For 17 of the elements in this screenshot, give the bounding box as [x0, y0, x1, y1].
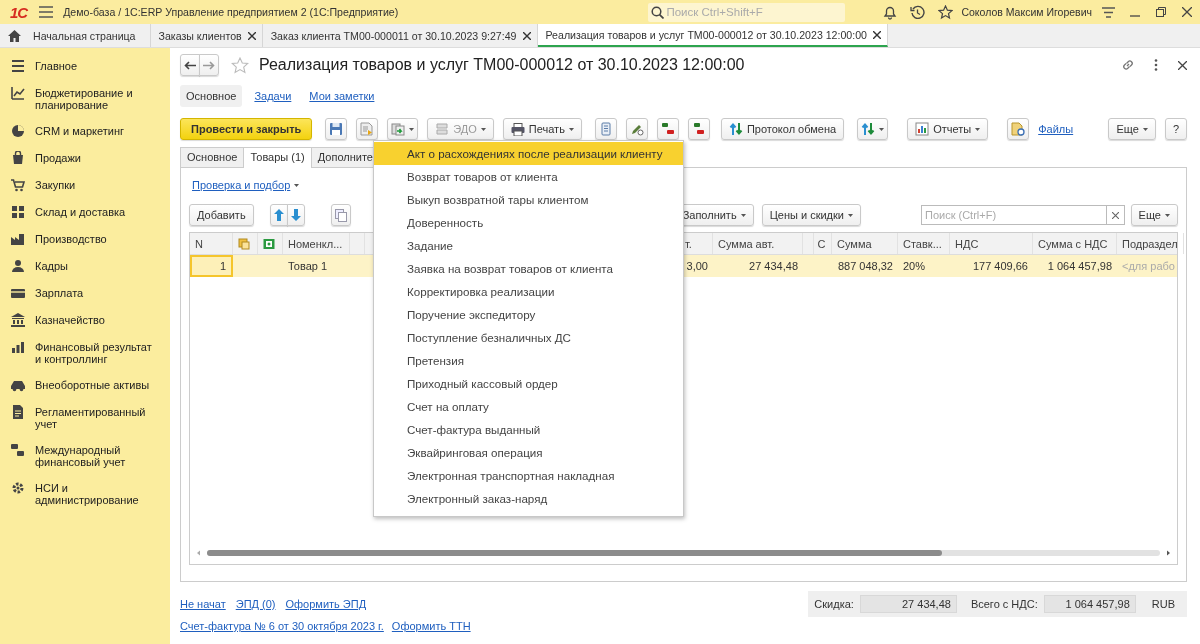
table-cell-text: 3,00: [685, 259, 709, 274]
table-cell-text: 1 064 457,98: [1046, 259, 1113, 274]
table-cell-text: 887 048,32: [836, 259, 894, 274]
form-title: Реализация товаров и услуг ТМ00-000012 от 30.10.2023 12:00:00: [259, 56, 745, 74]
total-field: 27 434,48: [859, 595, 957, 613]
total-label: Скидка:: [814, 598, 854, 610]
currency-label: RUB: [1151, 598, 1175, 610]
total-label: Всего с НДС:: [970, 598, 1038, 610]
table-cell-text: 27 434,48: [748, 259, 799, 274]
table-cell-text: Товар 1: [287, 259, 329, 274]
table-cell-text: 177 409,66: [971, 259, 1029, 274]
total-field: 1 064 457,98: [1043, 595, 1136, 613]
table-cell: 1: [190, 255, 233, 277]
table-cell-text: <для рабо: [1121, 259, 1176, 274]
table-cell-text: 20%: [902, 259, 927, 274]
window-title: Демо-база / 1С:ERP Управление предприятием 2 (1С:Предприятие): [63, 6, 399, 18]
logo: 1С: [10, 3, 28, 21]
